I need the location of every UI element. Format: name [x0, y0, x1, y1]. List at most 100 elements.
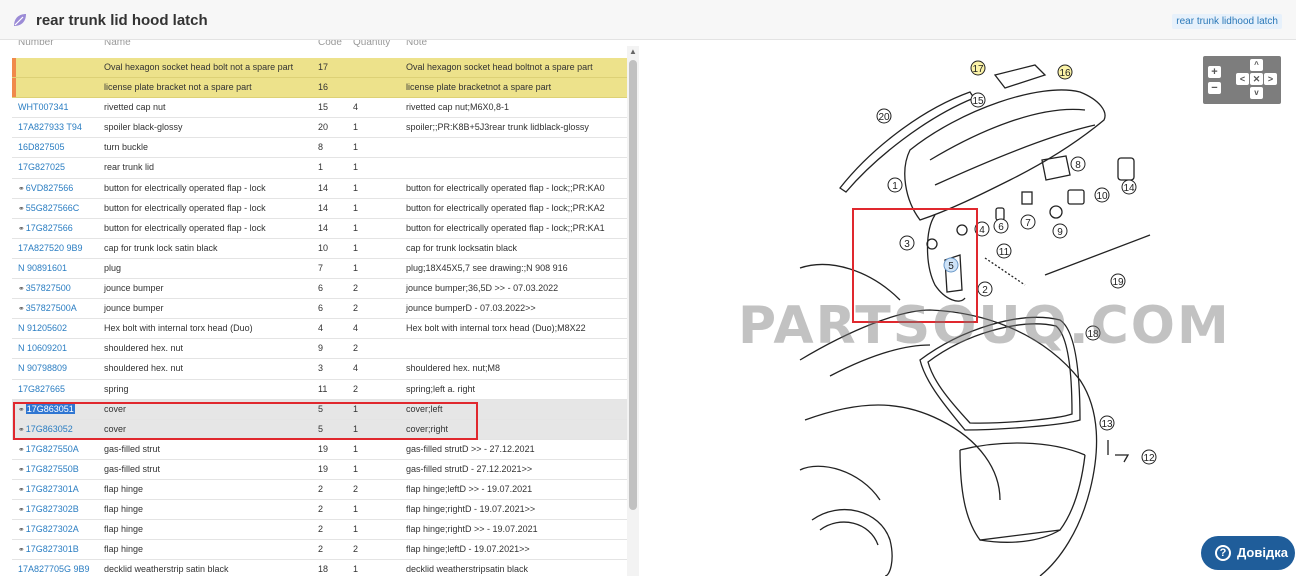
part-note: jounce bumper;36,5D >> - 07.03.2022	[406, 283, 559, 294]
table-row[interactable]: WHT007341 rivetted cap nut 15 4 rivetted cap…	[12, 98, 627, 119]
part-number-text: 6VD827566	[25, 182, 74, 193]
part-number-link[interactable]: 17G827665	[18, 380, 65, 399]
callout-15[interactable]: 15	[970, 92, 986, 108]
table-row[interactable]: ⚭17G827301B flap hinge 2 2 flap hinge;leftD …	[12, 540, 627, 561]
col-number-header[interactable]: Number	[18, 40, 54, 48]
callout-14[interactable]: 14	[1121, 179, 1137, 195]
part-number-link[interactable]: ⚭357827500A	[18, 299, 77, 318]
zoom-in-button[interactable]: +	[1208, 66, 1221, 78]
pan-left-button[interactable]: <	[1236, 73, 1249, 85]
table-row[interactable]: ⚭6VD827566 button for electrically operat…	[12, 179, 627, 199]
table-row[interactable]: ⚭55G827566C button for electrically opera…	[12, 199, 627, 219]
col-note-header[interactable]: Note	[406, 40, 427, 48]
part-number-link[interactable]: 16D827505	[18, 138, 65, 157]
part-number-link[interactable]: N 91205602	[18, 319, 67, 338]
callout-8[interactable]: 8	[1070, 156, 1086, 172]
callout-13[interactable]: 13	[1099, 415, 1115, 431]
link-icon: ⚭	[18, 484, 25, 494]
part-name: button for electrically operated flap - …	[104, 222, 266, 233]
table-row[interactable]: Oval hexagon socket head bolt not a spar…	[12, 58, 627, 79]
table-row[interactable]: ⚭17G827550B gas-filled strut 19 1 gas-filled…	[12, 460, 627, 480]
table-row[interactable]: ⚭17G827550A gas-filled strut 19 1 gas-filled…	[12, 440, 627, 460]
part-name: jounce bumper	[104, 303, 164, 314]
scroll-up-icon[interactable]: ▲	[627, 46, 639, 58]
part-number-text: 55G827566C	[25, 202, 80, 213]
part-number-link[interactable]: 17A827933 T94	[18, 118, 82, 137]
part-number-link[interactable]: ⚭17G827566	[18, 219, 73, 238]
table-row[interactable]: N 91205602 Hex bolt with internal torx he…	[12, 319, 627, 340]
part-number-link[interactable]: WHT007341	[18, 98, 69, 117]
table-row[interactable]: ⚭17G827302B flap hinge 2 1 flap hinge;rightD…	[12, 500, 627, 521]
part-number-link[interactable]: 17G827025	[18, 158, 65, 177]
part-number-link[interactable]: N 90798809	[18, 359, 67, 378]
reset-view-button[interactable]: ✕	[1250, 73, 1263, 85]
part-number-link[interactable]: ⚭17G827550B	[18, 460, 79, 479]
pan-right-button[interactable]: >	[1264, 73, 1277, 85]
table-row[interactable]: 17G827665 spring 11 2 spring;left a. right	[12, 380, 627, 400]
link-icon: ⚭	[18, 304, 25, 314]
table-row[interactable]: ⚭17G827301A flap hinge 2 2 flap hinge;leftD …	[12, 480, 627, 501]
callout-label: 10	[1096, 191, 1108, 202]
part-number-text: 17G827302A	[25, 524, 79, 535]
help-button[interactable]: ? Довідка	[1201, 536, 1295, 570]
part-code: 6	[318, 283, 324, 294]
table-row[interactable]: ⚭17G827302A flap hinge 2 1 flap hinge;rightD…	[12, 520, 627, 541]
table-row[interactable]: 17A827520 9B9 cap for trunk lock satin bl…	[12, 239, 627, 259]
pan-down-button[interactable]: v	[1250, 87, 1263, 99]
part-number-link[interactable]: 17A827520 9B9	[18, 239, 83, 258]
scroll-thumb[interactable]	[629, 60, 637, 510]
callout-9[interactable]: 9	[1052, 223, 1068, 239]
col-qty-header[interactable]: Quantity	[353, 40, 390, 48]
part-number-link[interactable]: ⚭17G827301B	[18, 540, 79, 559]
breadcrumb-tag[interactable]: rear trunk lidhood latch	[1172, 14, 1282, 29]
part-number-link[interactable]: 17A827705G 9B9	[18, 560, 90, 576]
part-number-link[interactable]: ⚭6VD827566	[18, 179, 73, 198]
part-number-link[interactable]: N 10609201	[18, 339, 67, 358]
part-name: flap hinge	[104, 544, 144, 555]
table-row[interactable]: N 90891601 plug 7 1 plug;18X45X5,7 see drawi…	[12, 259, 627, 280]
callout-7[interactable]: 7	[1020, 214, 1036, 230]
link-icon: ⚭	[18, 545, 25, 555]
pan-up-button[interactable]: ^	[1250, 59, 1263, 71]
callout-20[interactable]: 20	[876, 108, 892, 124]
table-row[interactable]: ⚭357827500A jounce bumper 6 2 jounce bumperD…	[12, 299, 627, 320]
callout-16[interactable]: 16	[1057, 64, 1073, 80]
part-quantity: 1	[353, 222, 359, 233]
callout-6[interactable]: 6	[993, 218, 1009, 234]
callout-5[interactable]: 5	[943, 257, 959, 273]
callout-2[interactable]: 2	[977, 281, 993, 297]
part-number-link[interactable]: N 90891601	[18, 259, 67, 278]
table-row[interactable]: 17A827705G 9B9 decklid weatherstrip satin…	[12, 560, 627, 576]
callout-12[interactable]: 12	[1141, 449, 1157, 465]
part-number-link[interactable]: ⚭17G827301A	[18, 480, 79, 499]
part-number-link[interactable]: ⚭17G827302A	[18, 520, 79, 539]
part-name: rear trunk lid	[104, 162, 155, 173]
part-number-link[interactable]: ⚭17G827550A	[18, 440, 79, 459]
table-row[interactable]: ⚭357827500 jounce bumper 6 2 jounce bumper;3…	[12, 279, 627, 300]
part-quantity: 1	[353, 564, 359, 575]
part-number-link[interactable]: ⚭55G827566C	[18, 199, 79, 218]
callout-10[interactable]: 10	[1094, 187, 1110, 203]
callout-1[interactable]: 1	[887, 177, 903, 193]
part-number-link[interactable]: ⚭17G827302B	[18, 500, 79, 519]
callout-label: 3	[904, 239, 910, 250]
col-name-header[interactable]: Name	[104, 40, 131, 48]
table-row[interactable]: N 90798809 shouldered hex. nut 3 4 shouldere…	[12, 359, 627, 380]
table-row[interactable]: 17G827025 rear trunk lid 1 1	[12, 158, 627, 179]
table-row[interactable]: ⚭17G827566 button for electrically operat…	[12, 219, 627, 239]
table-scrollbar[interactable]: ▲	[627, 46, 639, 576]
callout-3[interactable]: 3	[899, 235, 915, 251]
col-code-header[interactable]: Code	[318, 40, 342, 48]
table-row[interactable]: license plate bracket not a spare part 16…	[12, 78, 627, 99]
table-row[interactable]: N 10609201 shouldered hex. nut 9 2	[12, 339, 627, 360]
zoom-out-button[interactable]: −	[1208, 82, 1221, 94]
callout-17[interactable]: 17	[970, 60, 986, 76]
part-name: gas-filled strut	[104, 443, 161, 454]
callout-11[interactable]: 11	[996, 243, 1012, 259]
part-number-link[interactable]: ⚭357827500	[18, 279, 71, 298]
table-row[interactable]: 17A827933 T94 spoiler black-glossy 20 1 spoi…	[12, 118, 627, 139]
part-code: 10	[318, 242, 329, 253]
part-number-text: N 91205602	[18, 323, 68, 334]
callout-19[interactable]: 19	[1110, 273, 1126, 289]
table-row[interactable]: 16D827505 turn buckle 8 1	[12, 138, 627, 159]
